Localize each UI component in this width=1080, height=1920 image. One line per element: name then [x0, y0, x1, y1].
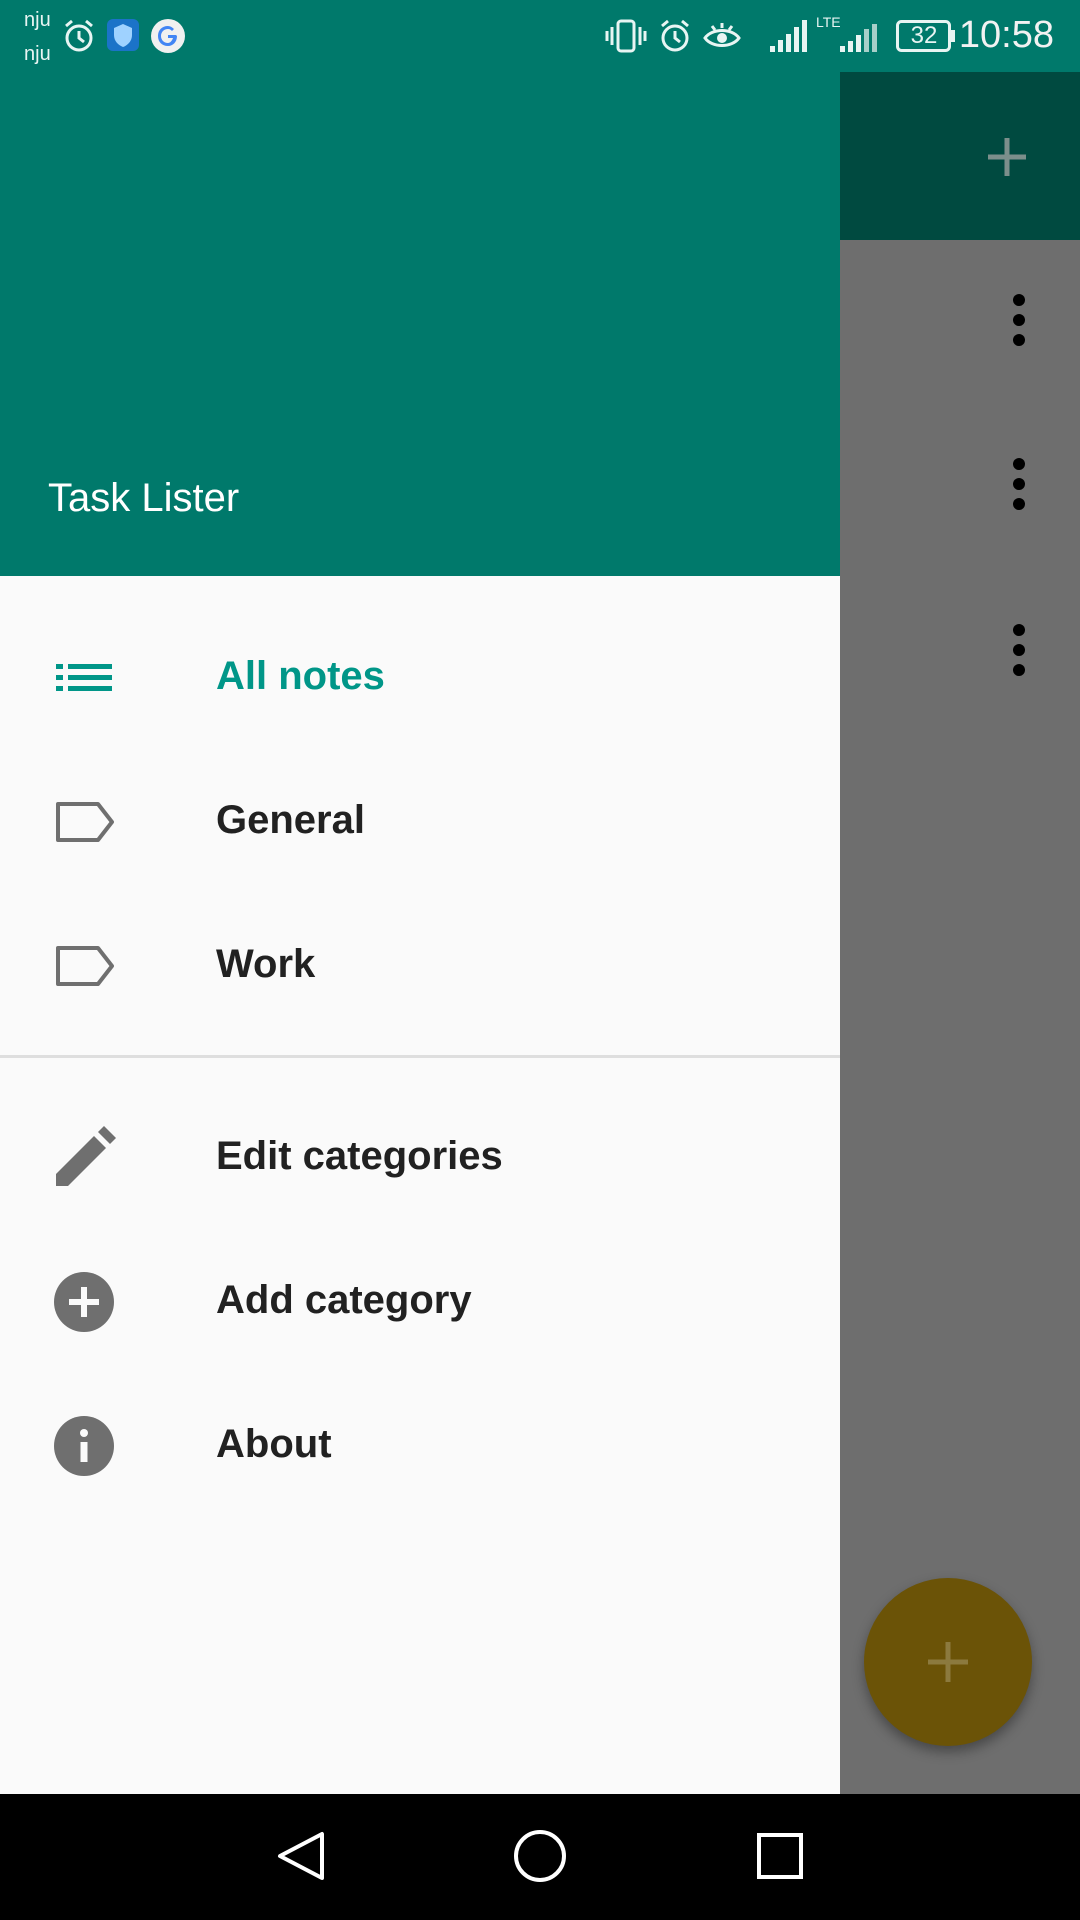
eye-icon — [703, 23, 741, 47]
signal-icon — [770, 20, 807, 52]
drawer-header: Task Lister — [0, 72, 840, 576]
system-nav-bar — [0, 1794, 1080, 1920]
drawer-item-work[interactable]: Work — [0, 892, 840, 1036]
more-options-icon[interactable] — [1006, 458, 1032, 518]
alarm-icon — [661, 19, 689, 52]
drawer-item-add-category[interactable]: Add category — [0, 1228, 840, 1372]
drawer-item-label: Edit categories — [216, 1134, 503, 1178]
add-icon — [928, 1642, 968, 1682]
drawer-item-label: Add category — [216, 1278, 472, 1322]
info-icon — [54, 1416, 114, 1476]
drawer-item-all-notes[interactable]: All notes — [0, 604, 840, 748]
alarm-icon — [65, 19, 93, 52]
drawer-item-label: All notes — [216, 654, 385, 698]
app-title: Task Lister — [48, 476, 240, 520]
google-icon — [151, 19, 185, 53]
label-icon — [56, 946, 114, 986]
drawer-item-about[interactable]: About — [0, 1372, 840, 1516]
add-circle-icon — [54, 1272, 114, 1332]
drawer-item-label: General — [216, 798, 365, 842]
home-icon[interactable] — [508, 1824, 572, 1888]
shield-icon — [107, 19, 139, 51]
status-bar: nju nju LTE 32 10:58 — [0, 0, 1080, 72]
carrier-label: nju — [24, 9, 51, 31]
battery-level: 32 — [910, 22, 938, 49]
pencil-icon — [56, 1126, 116, 1186]
label-icon — [56, 802, 114, 842]
carrier-label-secondary: nju — [24, 43, 51, 65]
drawer-item-edit-categories[interactable]: Edit categories — [0, 1084, 840, 1228]
more-options-icon[interactable] — [1006, 294, 1032, 354]
drawer-divider — [0, 1055, 840, 1058]
add-note-fab[interactable] — [864, 1578, 1032, 1746]
drawer-item-label: Work — [216, 942, 316, 986]
vibrate-icon — [605, 19, 647, 53]
clock: 10:58 — [958, 14, 1054, 56]
drawer-item-general[interactable]: General — [0, 748, 840, 892]
more-options-icon[interactable] — [1006, 624, 1032, 684]
navigation-drawer: Task Lister All notes General Work Edit … — [0, 72, 840, 1794]
list-icon — [56, 664, 112, 691]
signal-icon — [840, 24, 877, 52]
add-icon[interactable] — [984, 134, 1030, 180]
recents-icon[interactable] — [750, 1826, 810, 1886]
back-icon[interactable] — [270, 1826, 330, 1886]
drawer-item-label: About — [216, 1422, 332, 1466]
